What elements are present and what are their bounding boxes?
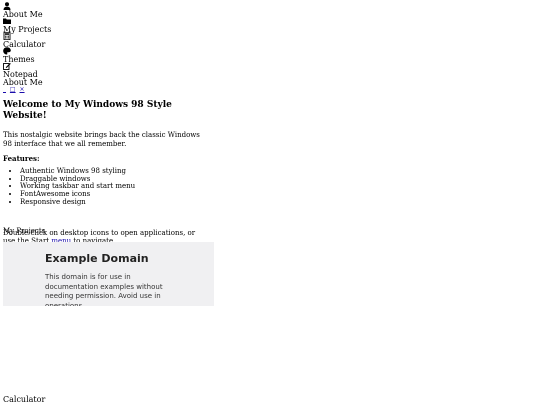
projects-window-title: My Projects (3, 227, 46, 235)
projects-iframe[interactable]: Example Domain This domain is for use in… (3, 242, 214, 306)
features-heading: Features: (3, 154, 40, 163)
desktop: About Me My Projects Calculator Themes N… (0, 0, 540, 405)
intro-paragraph: This nostalgic website brings back the c… (3, 130, 200, 148)
palette-icon (3, 47, 11, 55)
calculator-icon (3, 32, 11, 40)
about-window-controls: _ □ × (3, 86, 27, 93)
iframe-heading: Example Domain (45, 252, 149, 265)
maximize-button[interactable]: □ (10, 86, 16, 93)
folder-icon (3, 18, 11, 24)
minimize-button[interactable]: _ (3, 86, 6, 93)
about-window-content: Welcome to My Windows 98 Style Website! … (3, 100, 203, 149)
welcome-heading: Welcome to My Windows 98 Style Website! (3, 100, 172, 121)
iframe-paragraph: This domain is for use in documentation … (45, 273, 163, 306)
features-list: Authentic Windows 98 styling Draggable w… (10, 167, 135, 207)
edit-icon (3, 63, 11, 70)
list-item: Responsive design (20, 198, 135, 207)
user-icon (3, 2, 11, 10)
iframe-content: Example Domain This domain is for use in… (45, 252, 165, 306)
close-button[interactable]: × (20, 86, 25, 93)
calculator-window-title: Calculator (3, 395, 46, 404)
desktop-icon-notepad[interactable]: Notepad (3, 62, 123, 80)
